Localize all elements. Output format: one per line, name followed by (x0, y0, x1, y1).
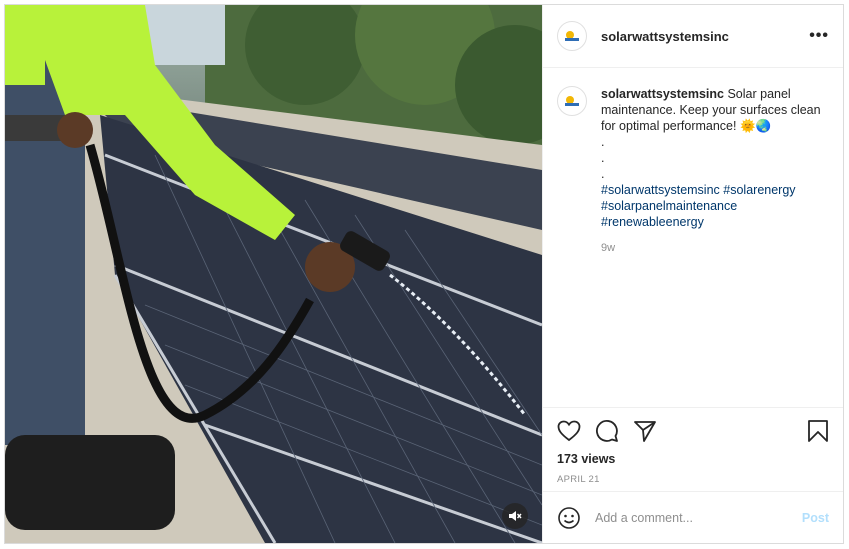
caption-dot: . (601, 135, 605, 149)
header-username[interactable]: solarwattsystemsinc (601, 29, 729, 44)
comment-input[interactable] (595, 510, 794, 525)
hashtag-link[interactable]: #renewableenergy (601, 215, 704, 229)
like-button[interactable] (557, 420, 581, 442)
caption-avatar[interactable] (557, 86, 587, 116)
share-button[interactable] (633, 419, 657, 443)
time-ago[interactable]: 9w (601, 240, 823, 256)
caption-area: solarwattsystemsinc Solar panel maintena… (543, 68, 843, 407)
comment-button[interactable] (595, 419, 619, 443)
hashtag-link[interactable]: #solarwattsystemsinc (601, 183, 720, 197)
send-icon (634, 421, 656, 442)
video-frame-image (5, 5, 542, 543)
post-date: APRIL 21 (557, 474, 600, 485)
action-bar: 173 views APRIL 21 (543, 407, 843, 491)
smiley-icon (558, 506, 580, 529)
heart-icon (557, 420, 581, 442)
save-button[interactable] (807, 419, 829, 443)
solar-logo-icon (565, 31, 579, 41)
comment-icon (596, 420, 618, 442)
caption-username[interactable]: solarwattsystemsinc (601, 87, 724, 101)
caption-dot: . (601, 167, 605, 181)
solar-logo-icon (565, 96, 579, 106)
more-options-icon[interactable]: ••• (809, 27, 829, 45)
emoji-button[interactable] (557, 506, 581, 530)
instagram-post: solarwattsystemsinc ••• solarwattsystems… (4, 4, 844, 544)
bookmark-icon (808, 420, 828, 442)
post-video[interactable] (5, 5, 542, 543)
hashtags: #solarwattsystemsinc #solarenergy #solar… (601, 183, 796, 229)
caption-dot: . (601, 151, 605, 165)
post-header: solarwattsystemsinc ••• (543, 5, 843, 68)
comment-bar: Post (543, 491, 843, 543)
mute-button[interactable] (502, 503, 528, 529)
caption: solarwattsystemsinc Solar panel maintena… (601, 86, 823, 407)
avatar[interactable] (557, 21, 587, 51)
action-icons (557, 418, 829, 444)
post-side-panel: solarwattsystemsinc ••• solarwattsystems… (542, 5, 843, 543)
post-comment-button[interactable]: Post (802, 511, 829, 525)
hashtag-link[interactable]: #solarpanelmaintenance (601, 199, 737, 213)
speaker-muted-icon (509, 511, 522, 521)
view-count[interactable]: 173 views (557, 452, 829, 466)
hashtag-link[interactable]: #solarenergy (723, 183, 795, 197)
